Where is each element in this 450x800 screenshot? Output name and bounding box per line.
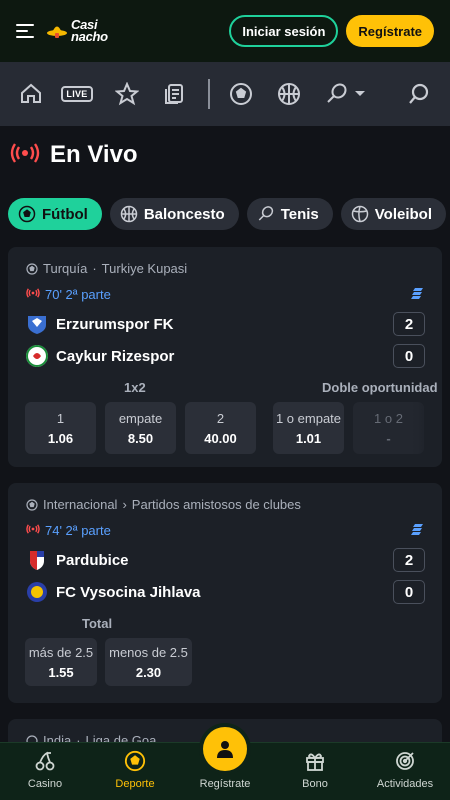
chip-baloncesto[interactable]: Baloncesto [109,198,239,230]
league-separator: · [92,261,97,276]
page-title-row: En Vivo [10,141,138,169]
page-title: En Vivo [50,141,138,168]
menu-icon[interactable] [16,24,34,38]
team-crest-icon [26,345,48,367]
sport-filter-chips: Fútbol Baloncesto Tenis Voleibol [8,198,446,230]
soccer-ball-icon [26,262,38,275]
match-time: 74' 2ª parte [26,523,111,538]
stats-icon[interactable] [410,523,424,542]
chip-futbol[interactable]: Fútbol [8,198,102,230]
league-separator: › [122,497,127,512]
away-team: FC Vysocina Jihlava [26,581,201,603]
live-icon[interactable]: LIVE [61,81,93,107]
gift-icon [305,750,325,772]
soccer-icon[interactable] [228,81,254,107]
league-competition: Turkiye Kupasi [101,261,188,276]
league-country: Internacional [43,497,118,512]
chevron-down-icon[interactable] [352,81,368,107]
bottom-nav-deporte[interactable]: Deporte [95,750,175,790]
user-icon [217,741,233,758]
sombrero-icon [46,18,68,44]
volleyball-icon [351,205,369,223]
team-crest-icon [26,313,48,335]
soccer-ball-icon [18,205,36,223]
home-score: 2 [393,548,425,572]
match-card[interactable]: Internacional › Partidos amistosos de cl… [8,483,442,703]
sport-nav-bar: LIVE [0,62,450,126]
top-header: Casi nacho Iniciar sesión Regístrate [0,0,450,62]
live-icon [26,523,40,538]
away-score: 0 [393,344,425,368]
away-score: 0 [393,580,425,604]
league-competition: Partidos amistosos de clubes [131,497,301,512]
register-button[interactable]: Regístrate [346,15,434,47]
match-card[interactable]: Turquía · Turkiye Kupasi 70' 2ª parte Er… [8,247,442,467]
home-score: 2 [393,312,425,336]
target-icon [395,750,415,772]
market-label: Total [82,616,113,631]
cherries-icon [35,750,55,772]
tennis-icon [258,206,273,221]
league-country: Turquía [43,261,88,276]
register-fab-button[interactable] [203,727,247,771]
odd-button[interactable]: 1 1.06 [25,402,96,454]
scroll-fade [412,397,442,457]
bottom-nav-actividades[interactable]: Actividades [365,750,445,790]
logo[interactable]: Casi nacho [46,18,108,44]
league-line: Turquía · Turkiye Kupasi [26,261,187,276]
market-label: Doble oportunidad [322,380,438,395]
soccer-ball-icon [124,750,146,772]
odd-button[interactable]: menos de 2.5 2.30 [105,638,192,686]
away-team: Caykur Rizespor [26,345,174,367]
login-button[interactable]: Iniciar sesión [229,15,339,47]
home-team: Erzurumspor FK [26,313,174,335]
nav-divider [208,79,210,109]
match-time: 70' 2ª parte [26,287,111,302]
home-team: Pardubice [26,549,129,571]
soccer-ball-icon [26,498,38,511]
market-label: 1x2 [124,380,146,395]
bottom-nav-casino[interactable]: Casino [5,750,85,790]
basketball-icon [120,205,138,223]
odd-button[interactable]: más de 2.5 1.55 [25,638,97,686]
chip-tenis[interactable]: Tenis [246,198,333,230]
live-broadcast-icon [10,142,40,169]
live-badge: LIVE [61,86,93,102]
logo-text: Casi nacho [71,17,108,44]
star-icon[interactable] [114,81,140,107]
search-icon[interactable] [406,81,432,107]
odd-button[interactable]: 1 o empate 1.01 [273,402,344,454]
odd-button[interactable]: 2 40.00 [185,402,256,454]
team-crest-icon [26,581,48,603]
basketball-icon[interactable] [276,81,302,107]
tennis-icon[interactable] [324,81,350,107]
odd-button[interactable]: empate 8.50 [105,402,176,454]
betslip-icon[interactable] [162,81,188,107]
live-icon [26,287,40,302]
stats-icon[interactable] [410,287,424,306]
home-icon[interactable] [18,81,44,107]
bottom-nav-bono[interactable]: Bono [275,750,355,790]
league-line: Internacional › Partidos amistosos de cl… [26,497,301,512]
chip-voleibol[interactable]: Voleibol [340,198,446,230]
team-crest-icon [26,549,48,571]
